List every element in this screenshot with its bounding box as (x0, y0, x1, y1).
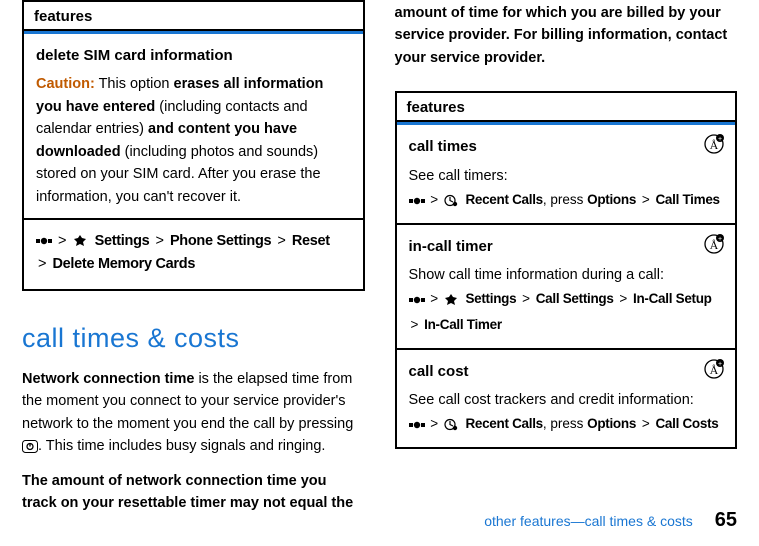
operator-badge-icon: +Å (703, 233, 725, 255)
page: features delete SIM card information Cau… (0, 0, 759, 546)
tools-icon (444, 293, 458, 307)
path-sep: > (640, 411, 652, 437)
right-column: amount of time for which you are billed … (395, 0, 738, 546)
features-header-left: features (24, 2, 363, 31)
center-key-icon (36, 236, 52, 246)
path-sep: > (428, 411, 440, 437)
svg-text:+: + (718, 136, 722, 143)
page-number: 65 (715, 509, 737, 532)
caution-text-1: This option (95, 76, 174, 92)
path-in-call-setup: In-Call Setup (633, 291, 712, 306)
svg-text:+: + (718, 236, 722, 243)
recent-calls-icon (444, 418, 458, 431)
press-text: , press (543, 192, 587, 207)
path-sep: > (409, 312, 421, 338)
path-sep: > (428, 286, 440, 312)
end-key-icon (22, 440, 38, 453)
section-title: call times & costs (22, 323, 365, 354)
call-times-row: +Å call times See call timers: > Recent … (397, 125, 736, 224)
in-call-timer-path: > Settings > Call Settings > In-Call Set… (409, 286, 724, 337)
recent-calls-icon (444, 194, 458, 207)
features-table-right: features +Å call times See call timers: … (395, 91, 738, 449)
call-cost-desc: See call cost trackers and credit inform… (409, 389, 724, 411)
caution-paragraph: Caution: This option erases all informat… (36, 73, 351, 208)
path-sep: > (640, 187, 652, 213)
left-column: features delete SIM card information Cau… (22, 0, 365, 546)
center-key-icon (409, 420, 425, 430)
svg-text:Å: Å (710, 238, 719, 252)
path-sep: > (153, 230, 165, 252)
call-times-title: call times (409, 135, 724, 158)
path-settings: Settings (465, 291, 516, 306)
center-key-icon (409, 295, 425, 305)
delete-sim-path-row: > Settings > Phone Settings > Reset > De… (24, 220, 363, 291)
path-call-settings: Call Settings (536, 291, 614, 306)
right-intro: amount of time for which you are billed … (395, 2, 738, 69)
path-call-times: Call Times (655, 192, 719, 207)
path-sep: > (36, 253, 48, 275)
path-recent-calls: Recent Calls (465, 192, 542, 207)
center-key-icon (409, 196, 425, 206)
call-times-desc: See call timers: (409, 165, 724, 187)
in-call-timer-row: +Å in-call timer Show call time informat… (397, 225, 736, 350)
path-sep: > (617, 286, 629, 312)
svg-text:Å: Å (710, 138, 719, 152)
path-phone-settings: Phone Settings (170, 233, 271, 249)
path-delete-memory: Delete Memory Cards (53, 256, 196, 272)
svg-text:+: + (718, 361, 722, 368)
path-options: Options (587, 416, 636, 431)
path-reset: Reset (292, 233, 330, 249)
path-in-call-timer: In-Call Timer (424, 317, 502, 332)
path-call-costs: Call Costs (655, 416, 718, 431)
path-sep: > (428, 187, 440, 213)
path-options: Options (587, 192, 636, 207)
body-paragraph-2: The amount of network connection time yo… (22, 470, 365, 515)
path-sep: > (520, 286, 532, 312)
path-sep: > (275, 230, 287, 252)
call-cost-title: call cost (409, 360, 724, 383)
page-footer: other features—call times & costs 65 (484, 509, 737, 532)
svg-text:Å: Å (710, 363, 719, 377)
call-cost-path: > Recent Calls, press Options > Call Cos… (409, 411, 724, 437)
delete-sim-row: delete SIM card information Caution: Thi… (24, 34, 363, 220)
operator-badge-icon: +Å (703, 358, 725, 380)
path-settings: Settings (95, 233, 150, 249)
delete-sim-subheader: delete SIM card information (36, 44, 351, 67)
path-recent-calls: Recent Calls (465, 416, 542, 431)
network-conn-bold: Network connection time (22, 371, 194, 387)
call-cost-row: +Å call cost See call cost trackers and … (397, 350, 736, 449)
footer-text: other features—call times & costs (484, 513, 693, 529)
features-table-left: features delete SIM card information Cau… (22, 0, 365, 291)
in-call-timer-title: in-call timer (409, 235, 724, 258)
press-text: , press (543, 416, 587, 431)
in-call-timer-desc: Show call time information during a call… (409, 264, 724, 286)
tools-icon (73, 234, 87, 248)
features-header-right: features (397, 93, 736, 122)
body1c: . This time includes busy signals and ri… (38, 438, 325, 454)
operator-badge-icon: +Å (703, 133, 725, 155)
body-paragraph-1: Network connection time is the elapsed t… (22, 368, 365, 458)
caution-label: Caution: (36, 76, 95, 92)
call-times-path: > Recent Calls, press Options > Call Tim… (409, 187, 724, 213)
path-sep: > (56, 230, 68, 252)
